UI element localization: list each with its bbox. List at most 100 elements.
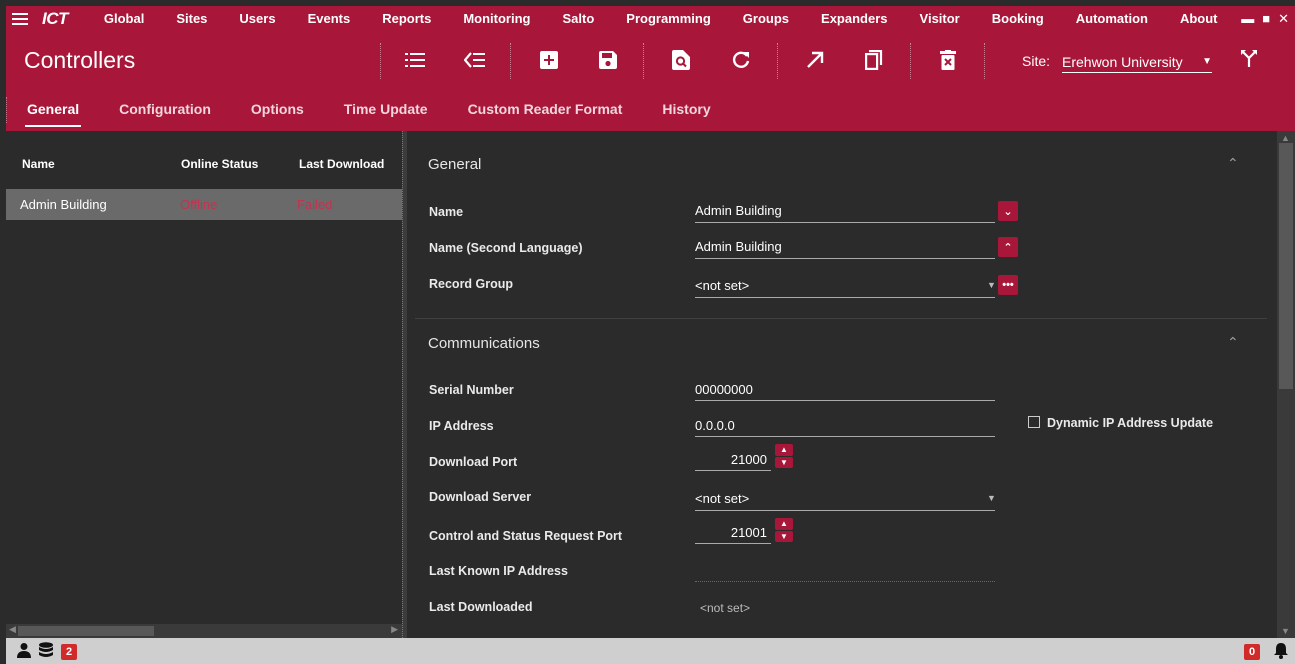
more-options-icon[interactable]: ••• bbox=[998, 275, 1018, 295]
toolbar-divider bbox=[510, 43, 511, 79]
chevron-up-icon[interactable]: ⌃ bbox=[1227, 334, 1239, 351]
dropdown-caret-icon[interactable]: ▼ bbox=[987, 280, 996, 290]
vertical-scrollbar[interactable]: ▲ ▼ bbox=[1277, 131, 1295, 638]
nav-global[interactable]: Global bbox=[88, 11, 160, 26]
database-icon[interactable] bbox=[39, 642, 53, 663]
open-record-icon[interactable] bbox=[802, 47, 828, 73]
nav-groups[interactable]: Groups bbox=[727, 11, 805, 26]
serial-number-field[interactable]: 00000000 bbox=[695, 382, 753, 397]
nav-expanders[interactable]: Expanders bbox=[805, 11, 903, 26]
download-port-label: Download Port bbox=[429, 455, 518, 469]
site-select-value: Erehwon University bbox=[1062, 53, 1183, 70]
bell-icon[interactable] bbox=[1273, 642, 1289, 664]
chevron-up-icon[interactable]: ⌃ bbox=[998, 237, 1018, 257]
control-status-port-input[interactable]: 21001 bbox=[695, 522, 771, 544]
column-header-online-status[interactable]: Online Status bbox=[181, 157, 258, 171]
tab-options[interactable]: Options bbox=[231, 95, 324, 131]
name-field-underline bbox=[695, 222, 995, 223]
refresh-icon[interactable] bbox=[728, 47, 754, 73]
download-port-stepper[interactable]: ▲ ▼ bbox=[775, 444, 793, 468]
toolbar-divider bbox=[380, 43, 381, 79]
nav-salto[interactable]: Salto bbox=[546, 11, 610, 26]
serial-number-underline bbox=[695, 400, 995, 401]
search-record-icon[interactable] bbox=[668, 47, 694, 73]
nav-programming[interactable]: Programming bbox=[610, 11, 727, 26]
window-controls: ▬ ■ ✕ bbox=[1241, 11, 1295, 27]
last-known-ip-field bbox=[695, 581, 995, 582]
site-tree-icon[interactable] bbox=[1240, 49, 1258, 72]
site-select[interactable]: Erehwon University ▼ bbox=[1062, 51, 1212, 73]
minimize-icon[interactable]: ▬ bbox=[1241, 11, 1254, 26]
chevron-up-icon[interactable]: ⌃ bbox=[1227, 155, 1239, 172]
user-icon[interactable] bbox=[16, 642, 32, 663]
download-server-select[interactable]: <not set> bbox=[695, 491, 749, 506]
stepper-down-icon[interactable]: ▼ bbox=[775, 530, 793, 542]
nav-visitor[interactable]: Visitor bbox=[904, 11, 976, 26]
column-header-last-download[interactable]: Last Download bbox=[299, 157, 384, 171]
record-tabs: General Configuration Options Time Updat… bbox=[6, 95, 731, 131]
hamburger-menu-icon[interactable] bbox=[12, 12, 34, 25]
tab-history[interactable]: History bbox=[642, 95, 730, 131]
serial-number-label: Serial Number bbox=[429, 383, 514, 397]
tab-custom-reader-format[interactable]: Custom Reader Format bbox=[448, 95, 643, 131]
name-field[interactable]: Admin Building bbox=[695, 203, 782, 218]
stepper-up-icon[interactable]: ▲ bbox=[775, 444, 793, 456]
last-downloaded-label: Last Downloaded bbox=[429, 600, 533, 614]
control-status-port-stepper[interactable]: ▲ ▼ bbox=[775, 518, 793, 542]
horizontal-scrollbar[interactable]: ◀ ▶ bbox=[6, 624, 402, 638]
ict-logo: ICT bbox=[42, 8, 68, 28]
toolbar-divider bbox=[643, 43, 644, 79]
dynamic-ip-checkbox[interactable] bbox=[1028, 416, 1040, 428]
toolbar-divider bbox=[984, 43, 985, 79]
nav-sites[interactable]: Sites bbox=[160, 11, 223, 26]
scroll-down-icon[interactable]: ▼ bbox=[1281, 626, 1290, 636]
site-label: Site: bbox=[1022, 53, 1051, 69]
collapse-list-icon[interactable] bbox=[462, 47, 488, 73]
section-title-general: General bbox=[428, 156, 482, 173]
last-known-ip-label: Last Known IP Address bbox=[429, 564, 568, 578]
nav-about[interactable]: About bbox=[1164, 11, 1234, 26]
name-label: Name bbox=[429, 205, 464, 219]
scroll-up-icon[interactable]: ▲ bbox=[1281, 133, 1290, 143]
ip-address-field[interactable]: 0.0.0.0 bbox=[695, 418, 735, 433]
row-online-status: Offline bbox=[180, 197, 218, 212]
column-header-name[interactable]: Name bbox=[22, 157, 55, 171]
nav-booking[interactable]: Booking bbox=[976, 11, 1060, 26]
delete-icon[interactable] bbox=[935, 47, 961, 73]
control-status-port-label: Control and Status Request Port bbox=[429, 529, 623, 543]
list-header: Name Online Status Last Download bbox=[6, 131, 402, 188]
list-view-icon[interactable] bbox=[402, 47, 428, 73]
name-second-language-label: Name (Second Language) bbox=[429, 241, 583, 255]
nav-reports[interactable]: Reports bbox=[366, 11, 447, 26]
tab-configuration[interactable]: Configuration bbox=[99, 95, 231, 131]
toolbar-divider bbox=[910, 43, 911, 79]
nav-automation[interactable]: Automation bbox=[1060, 11, 1164, 26]
dropdown-caret-icon[interactable]: ▼ bbox=[987, 493, 996, 503]
scrollbar-thumb[interactable] bbox=[18, 626, 154, 636]
copy-icon[interactable] bbox=[861, 47, 887, 73]
close-icon[interactable]: ✕ bbox=[1278, 11, 1289, 27]
stepper-down-icon[interactable]: ▼ bbox=[775, 456, 793, 468]
record-group-select[interactable]: <not set> bbox=[695, 278, 749, 293]
table-row[interactable]: Admin Building Offline Failed bbox=[6, 189, 402, 220]
chevron-down-icon[interactable]: ⌄ bbox=[998, 201, 1018, 221]
download-server-label: Download Server bbox=[429, 490, 532, 504]
dynamic-ip-label: Dynamic IP Address Update bbox=[1047, 416, 1214, 430]
add-record-icon[interactable] bbox=[536, 47, 562, 73]
scrollbar-thumb[interactable] bbox=[1279, 143, 1293, 389]
maximize-icon[interactable]: ■ bbox=[1262, 11, 1270, 26]
toolbar-divider bbox=[777, 43, 778, 79]
name-second-language-field[interactable]: Admin Building bbox=[695, 239, 782, 254]
tab-general[interactable]: General bbox=[7, 95, 99, 131]
scroll-right-icon[interactable]: ▶ bbox=[391, 624, 398, 635]
page-title: Controllers bbox=[24, 47, 136, 73]
stepper-up-icon[interactable]: ▲ bbox=[775, 518, 793, 530]
row-last-download: Failed bbox=[297, 197, 333, 212]
nav-monitoring[interactable]: Monitoring bbox=[447, 11, 546, 26]
scroll-left-icon[interactable]: ◀ bbox=[9, 624, 16, 635]
nav-events[interactable]: Events bbox=[292, 11, 367, 26]
nav-users[interactable]: Users bbox=[223, 11, 291, 26]
save-icon[interactable] bbox=[595, 47, 621, 73]
download-port-input[interactable]: 21000 bbox=[695, 449, 771, 471]
tab-time-update[interactable]: Time Update bbox=[324, 95, 448, 131]
